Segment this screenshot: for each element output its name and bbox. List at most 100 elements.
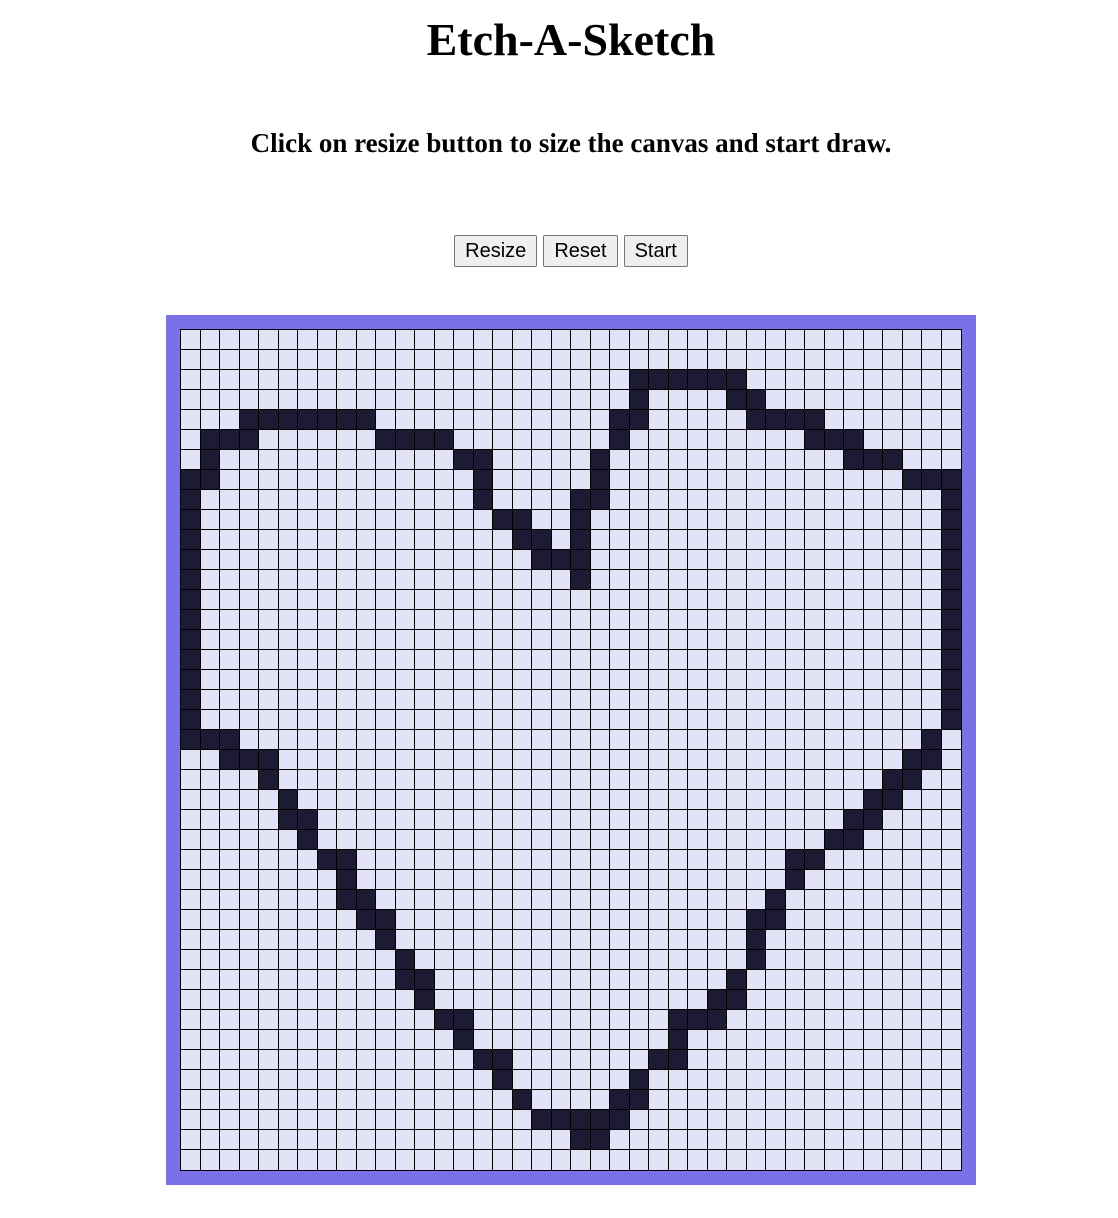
grid-cell[interactable] xyxy=(668,970,688,990)
grid-cell[interactable] xyxy=(200,1110,220,1130)
grid-cell[interactable] xyxy=(571,350,591,370)
grid-cell[interactable] xyxy=(337,710,357,730)
grid-cell[interactable] xyxy=(473,730,493,750)
grid-cell[interactable] xyxy=(590,1030,610,1050)
grid-cell[interactable] xyxy=(571,570,591,590)
grid-cell[interactable] xyxy=(805,930,825,950)
grid-cell[interactable] xyxy=(571,550,591,570)
grid-cell[interactable] xyxy=(415,530,435,550)
grid-cell[interactable] xyxy=(317,470,337,490)
grid-cell[interactable] xyxy=(473,490,493,510)
grid-cell[interactable] xyxy=(415,610,435,630)
grid-cell[interactable] xyxy=(649,650,669,670)
grid-cell[interactable] xyxy=(259,930,279,950)
grid-cell[interactable] xyxy=(590,1110,610,1130)
grid-cell[interactable] xyxy=(805,1030,825,1050)
grid-cell[interactable] xyxy=(863,510,883,530)
grid-cell[interactable] xyxy=(746,1010,766,1030)
grid-cell[interactable] xyxy=(649,530,669,550)
grid-cell[interactable] xyxy=(766,350,786,370)
grid-cell[interactable] xyxy=(590,890,610,910)
grid-cell[interactable] xyxy=(239,470,259,490)
grid-cell[interactable] xyxy=(649,1030,669,1050)
grid-cell[interactable] xyxy=(922,690,942,710)
grid-cell[interactable] xyxy=(551,730,571,750)
grid-cell[interactable] xyxy=(356,810,376,830)
grid-cell[interactable] xyxy=(649,570,669,590)
grid-cell[interactable] xyxy=(766,990,786,1010)
grid-cell[interactable] xyxy=(356,670,376,690)
grid-cell[interactable] xyxy=(298,590,318,610)
grid-cell[interactable] xyxy=(551,850,571,870)
grid-cell[interactable] xyxy=(434,870,454,890)
grid-cell[interactable] xyxy=(902,810,922,830)
grid-cell[interactable] xyxy=(473,630,493,650)
grid-cell[interactable] xyxy=(415,570,435,590)
grid-cell[interactable] xyxy=(356,530,376,550)
grid-cell[interactable] xyxy=(239,370,259,390)
grid-cell[interactable] xyxy=(590,830,610,850)
grid-cell[interactable] xyxy=(922,1150,942,1170)
grid-cell[interactable] xyxy=(883,810,903,830)
grid-cell[interactable] xyxy=(922,1010,942,1030)
grid-cell[interactable] xyxy=(512,410,532,430)
grid-cell[interactable] xyxy=(298,970,318,990)
grid-cell[interactable] xyxy=(746,810,766,830)
grid-cell[interactable] xyxy=(629,650,649,670)
grid-cell[interactable] xyxy=(239,910,259,930)
sketch-grid[interactable] xyxy=(180,329,962,1171)
grid-cell[interactable] xyxy=(551,330,571,350)
grid-cell[interactable] xyxy=(922,810,942,830)
grid-cell[interactable] xyxy=(493,950,513,970)
grid-cell[interactable] xyxy=(434,830,454,850)
grid-cell[interactable] xyxy=(395,970,415,990)
grid-cell[interactable] xyxy=(532,570,552,590)
grid-cell[interactable] xyxy=(883,1130,903,1150)
grid-cell[interactable] xyxy=(493,1010,513,1030)
grid-cell[interactable] xyxy=(356,590,376,610)
grid-cell[interactable] xyxy=(941,510,961,530)
grid-cell[interactable] xyxy=(785,630,805,650)
grid-cell[interactable] xyxy=(629,1030,649,1050)
grid-cell[interactable] xyxy=(532,810,552,830)
grid-cell[interactable] xyxy=(785,1090,805,1110)
grid-cell[interactable] xyxy=(337,530,357,550)
grid-cell[interactable] xyxy=(863,610,883,630)
grid-cell[interactable] xyxy=(493,970,513,990)
grid-cell[interactable] xyxy=(805,690,825,710)
grid-cell[interactable] xyxy=(551,1130,571,1150)
grid-cell[interactable] xyxy=(707,670,727,690)
grid-cell[interactable] xyxy=(532,950,552,970)
grid-cell[interactable] xyxy=(629,710,649,730)
grid-cell[interactable] xyxy=(278,1130,298,1150)
grid-cell[interactable] xyxy=(298,830,318,850)
grid-cell[interactable] xyxy=(298,530,318,550)
grid-cell[interactable] xyxy=(415,970,435,990)
grid-cell[interactable] xyxy=(590,930,610,950)
grid-cell[interactable] xyxy=(785,510,805,530)
grid-cell[interactable] xyxy=(415,1090,435,1110)
grid-cell[interactable] xyxy=(746,330,766,350)
grid-cell[interactable] xyxy=(688,550,708,570)
grid-cell[interactable] xyxy=(590,350,610,370)
grid-cell[interactable] xyxy=(688,1070,708,1090)
grid-cell[interactable] xyxy=(922,910,942,930)
grid-cell[interactable] xyxy=(824,790,844,810)
grid-cell[interactable] xyxy=(688,730,708,750)
grid-cell[interactable] xyxy=(356,1030,376,1050)
grid-cell[interactable] xyxy=(844,1010,864,1030)
grid-cell[interactable] xyxy=(766,1030,786,1050)
grid-cell[interactable] xyxy=(629,950,649,970)
grid-cell[interactable] xyxy=(181,1090,201,1110)
grid-cell[interactable] xyxy=(805,650,825,670)
grid-cell[interactable] xyxy=(824,950,844,970)
grid-cell[interactable] xyxy=(649,870,669,890)
grid-cell[interactable] xyxy=(629,430,649,450)
grid-cell[interactable] xyxy=(259,570,279,590)
grid-cell[interactable] xyxy=(337,730,357,750)
grid-cell[interactable] xyxy=(395,390,415,410)
grid-cell[interactable] xyxy=(590,1090,610,1110)
grid-cell[interactable] xyxy=(727,890,747,910)
grid-cell[interactable] xyxy=(883,850,903,870)
grid-cell[interactable] xyxy=(200,350,220,370)
